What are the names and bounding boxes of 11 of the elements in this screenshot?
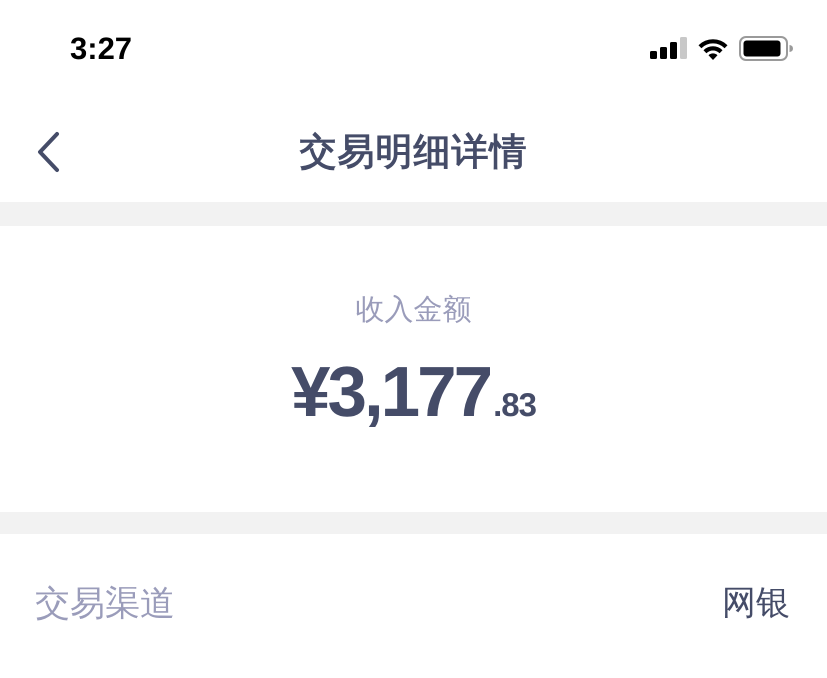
- signal-icon: [650, 37, 687, 59]
- battery-icon: [739, 36, 793, 60]
- chevron-left-icon: [35, 131, 61, 173]
- page-title: 交易明细详情: [300, 132, 528, 170]
- detail-value: 网银: [722, 586, 790, 620]
- amount-fraction: .83: [493, 388, 536, 421]
- status-time: 3:27: [70, 32, 132, 64]
- detail-label: 交易渠道: [35, 586, 175, 621]
- amount-label: 收入金额: [356, 296, 472, 325]
- amount-value: ¥3,177: [290, 357, 490, 428]
- wifi-icon: [697, 36, 729, 60]
